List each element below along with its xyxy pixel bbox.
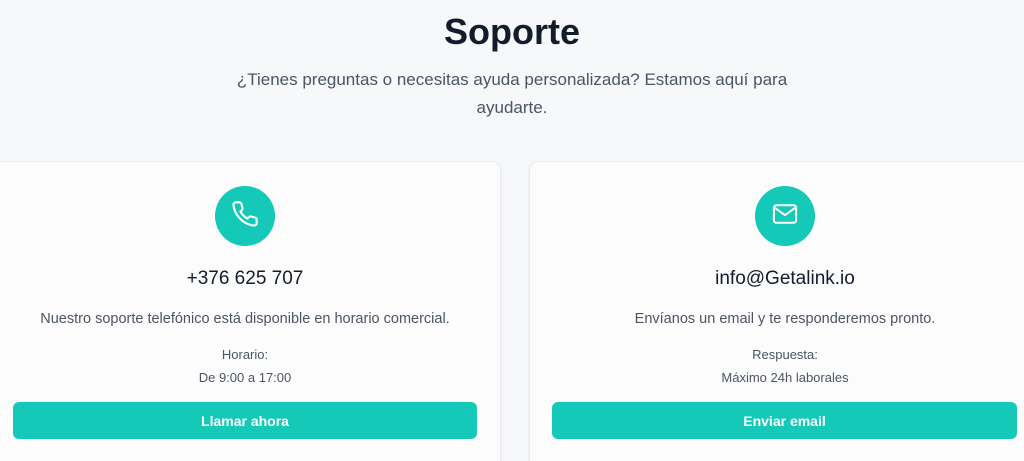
- schedule-label: Horario:: [221, 347, 269, 362]
- email-description: Envíanos un email y te responderemos pro…: [634, 311, 936, 327]
- mail-icon: [771, 200, 799, 233]
- phone-icon: [231, 200, 259, 233]
- response-value: Máximo 24h laborales: [721, 370, 849, 385]
- phone-description: Nuestro soporte telefónico está disponib…: [40, 311, 450, 327]
- send-email-button[interactable]: Enviar email: [552, 402, 1017, 439]
- call-now-button[interactable]: Llamar ahora: [13, 402, 477, 439]
- phone-icon-circle: [215, 186, 275, 246]
- schedule-value: De 9:00 a 17:00: [198, 370, 292, 385]
- page-subtitle: ¿Tienes preguntas o necesitas ayuda pers…: [236, 70, 788, 117]
- email-address: info@Getalink.io: [715, 268, 855, 289]
- phone-number: +376 625 707: [186, 268, 304, 289]
- phone-support-card: +376 625 707 Nuestro soporte telefónico …: [0, 162, 500, 461]
- response-label: Respuesta:: [752, 347, 818, 362]
- mail-icon-circle: [755, 186, 815, 246]
- page-title: Soporte: [443, 11, 580, 52]
- support-page: Soporte ¿Tienes preguntas o necesitas ay…: [0, 0, 1024, 461]
- email-support-card: info@Getalink.io Envíanos un email y te …: [530, 162, 1024, 461]
